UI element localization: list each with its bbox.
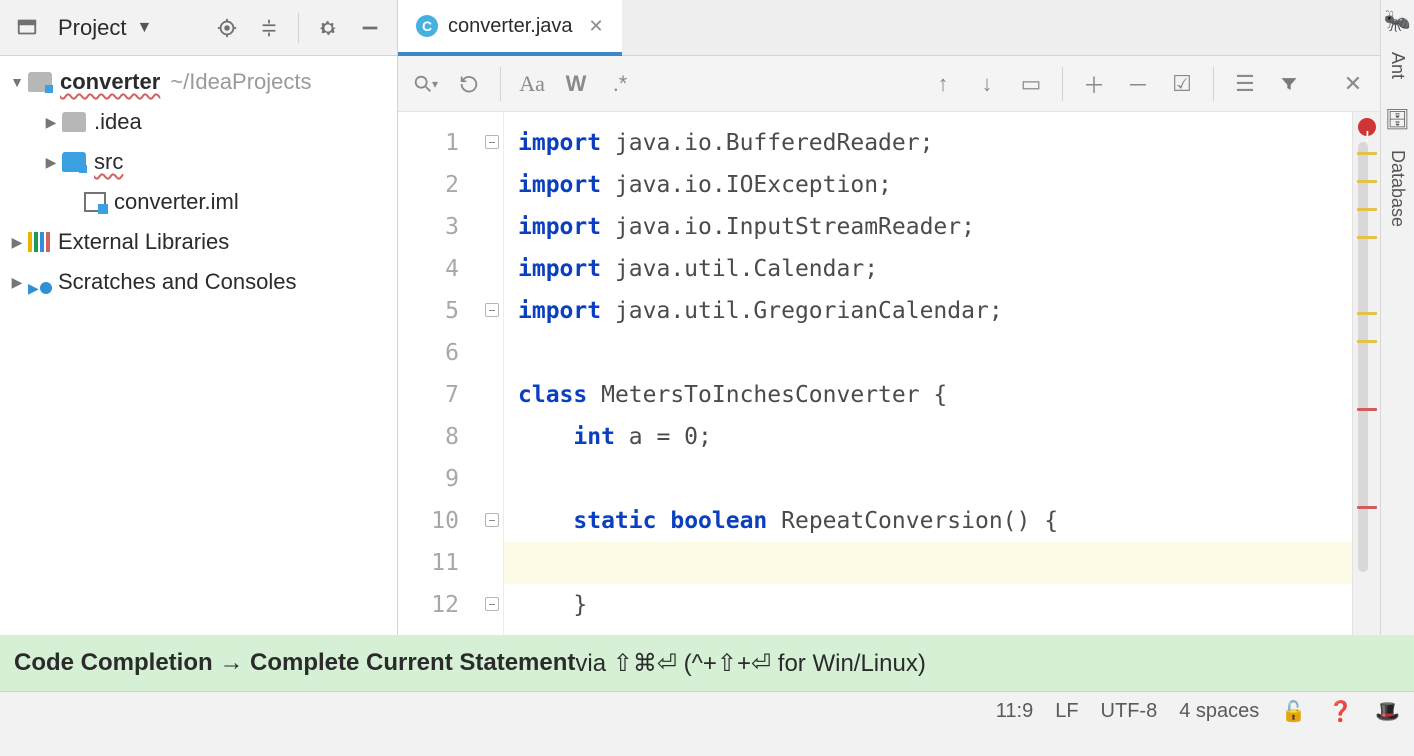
code-body[interactable]: import java.io.BufferedReader;import jav… (504, 112, 1352, 635)
ant-tool-label[interactable]: Ant (1387, 52, 1408, 79)
tree-label: External Libraries (58, 222, 229, 262)
tree-item-src[interactable]: src (0, 142, 397, 182)
inspection-icon[interactable]: ❓ (1328, 699, 1353, 724)
error-indicator-icon[interactable] (1358, 118, 1376, 136)
error-stripe[interactable] (1352, 112, 1380, 635)
profile-icon[interactable]: 🎩 (1375, 699, 1400, 724)
error-marker[interactable] (1357, 408, 1377, 411)
prev-occurrence-icon[interactable]: ↑ (930, 67, 956, 101)
warning-marker[interactable] (1357, 340, 1377, 343)
expand-arrow-icon[interactable] (6, 62, 28, 102)
find-toolbar: ▾ Aa W .* ↑ ↓ ▭ ＋ － ☑ ☰ (398, 56, 1380, 112)
warning-marker[interactable] (1357, 236, 1377, 239)
readonly-lock-icon[interactable]: 🔓 (1281, 699, 1306, 724)
gutter[interactable]: 1 2 3 4 5 6 7 8 9 10 11 12 (398, 112, 504, 635)
select-occurrences-icon[interactable]: ☑ (1169, 67, 1195, 101)
scratches-icon (28, 272, 50, 292)
add-selection-icon[interactable]: ＋ (1081, 67, 1107, 101)
warning-marker[interactable] (1357, 312, 1377, 315)
close-find-icon[interactable]: ✕ (1340, 67, 1366, 101)
warning-marker[interactable] (1357, 180, 1377, 183)
project-toolbar: Project ▼ (0, 0, 397, 56)
module-folder-icon (28, 72, 52, 92)
expand-arrow-icon[interactable] (6, 262, 28, 302)
show-options-icon[interactable]: ☰ (1232, 67, 1258, 101)
fold-icon[interactable] (485, 135, 499, 149)
tree-label: Scratches and Consoles (58, 262, 296, 302)
editor-tabs: C converter.java ✕ (398, 0, 1380, 56)
expand-arrow-icon[interactable] (40, 102, 62, 142)
warning-marker[interactable] (1357, 152, 1377, 155)
tree-item-scratches[interactable]: Scratches and Consoles (0, 262, 397, 302)
hide-panel-icon[interactable] (353, 11, 387, 45)
gear-icon[interactable] (311, 11, 345, 45)
expand-arrow-icon[interactable] (6, 222, 28, 262)
tip-text-bold: Code Completion → Complete Current State… (14, 649, 575, 677)
whole-word-icon[interactable]: W (563, 67, 589, 101)
tree-label: .idea (94, 102, 142, 142)
module-file-icon (84, 192, 106, 212)
caret-position[interactable]: 11:9 (996, 700, 1033, 723)
remove-selection-icon[interactable]: － (1125, 67, 1151, 101)
tree-item-iml[interactable]: converter.iml (0, 182, 397, 222)
status-bar: 11:9 LF UTF-8 4 spaces 🔓 ❓ 🎩 (0, 691, 1414, 731)
project-window-icon[interactable] (10, 11, 44, 45)
tip-text: via ⇧⌘⏎ (^+⇧+⏎ for Win/Linux) (575, 649, 925, 678)
right-tool-strip: 🐜 Ant 🗄 Database (1380, 0, 1414, 635)
select-all-icon[interactable]: ▭ (1018, 67, 1044, 101)
project-tree[interactable]: converter ~/IdeaProjects .idea src conve… (0, 56, 397, 635)
tree-label: converter.iml (114, 182, 239, 222)
fold-icon[interactable] (485, 303, 499, 317)
expand-arrow-icon[interactable] (40, 142, 62, 182)
code-editor[interactable]: 1 2 3 4 5 6 7 8 9 10 11 12 import java.i… (398, 112, 1380, 635)
source-folder-icon (62, 152, 86, 172)
project-label[interactable]: Project (58, 15, 126, 41)
collapse-all-icon[interactable] (252, 11, 286, 45)
tree-root-name: converter (60, 62, 160, 102)
tab-filename: converter.java (448, 15, 573, 38)
match-case-icon[interactable]: Aa (519, 67, 545, 101)
indent-setting[interactable]: 4 spaces (1179, 700, 1259, 723)
editor-tab[interactable]: C converter.java ✕ (398, 0, 622, 56)
error-marker[interactable] (1357, 506, 1377, 509)
tree-root[interactable]: converter ~/IdeaProjects (0, 62, 397, 102)
class-icon: C (416, 15, 438, 37)
search-icon[interactable]: ▾ (412, 67, 438, 101)
tree-item-idea[interactable]: .idea (0, 102, 397, 142)
filter-icon[interactable] (1276, 67, 1302, 101)
line-separator[interactable]: LF (1055, 700, 1078, 723)
libraries-icon (28, 232, 50, 252)
tree-item-ext-libs[interactable]: External Libraries (0, 222, 397, 262)
folder-icon (62, 112, 86, 132)
close-tab-icon[interactable]: ✕ (589, 16, 604, 37)
redo-search-icon[interactable] (456, 67, 482, 101)
tree-label: src (94, 142, 123, 182)
tip-banner: Code Completion → Complete Current State… (0, 635, 1414, 691)
file-encoding[interactable]: UTF-8 (1101, 700, 1158, 723)
locate-target-icon[interactable] (210, 11, 244, 45)
regex-icon[interactable]: .* (607, 67, 633, 101)
chevron-down-icon[interactable]: ▼ (136, 19, 152, 37)
fold-icon[interactable] (485, 513, 499, 527)
warning-marker[interactable] (1357, 208, 1377, 211)
tree-root-path: ~/IdeaProjects (170, 62, 311, 102)
database-tool-label[interactable]: Database (1387, 150, 1408, 227)
ant-tool-icon[interactable]: 🐜 (1384, 8, 1411, 34)
next-occurrence-icon[interactable]: ↓ (974, 67, 1000, 101)
database-tool-icon[interactable]: 🗄 (1385, 107, 1410, 132)
fold-icon[interactable] (485, 597, 499, 611)
